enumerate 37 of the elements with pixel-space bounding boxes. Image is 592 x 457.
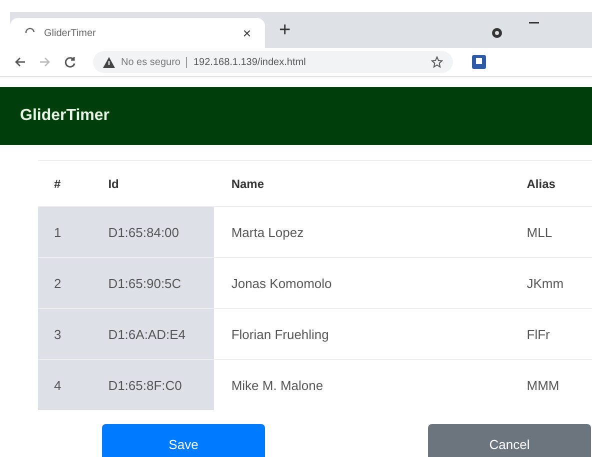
table-cell: D1:6A:AD:E4 [84, 309, 214, 359]
table-cell: D1:65:90:5C [84, 258, 214, 308]
close-tab-button[interactable]: × [242, 25, 251, 41]
table-cell-text: Mike M. Malone [230, 376, 324, 394]
save-button[interactable]: Save [102, 424, 265, 457]
table-cell: D1:65:8F:C0 [84, 360, 214, 410]
table-cell: 2 [38, 258, 84, 308]
browser-tab[interactable]: GliderTimer × [10, 18, 265, 48]
address-bar[interactable]: No es seguro 192.168.1.139/index.html [93, 51, 453, 73]
table-cell: 4 [38, 360, 84, 410]
column-header: Alias [526, 176, 556, 190]
table-cell: 3 [38, 309, 84, 359]
reload-icon[interactable] [64, 56, 76, 68]
cancel-button[interactable]: Cancel [428, 424, 591, 457]
back-icon[interactable] [14, 56, 26, 68]
column-header: Name [230, 176, 266, 190]
star-icon[interactable] [431, 56, 443, 68]
table-cell-text: MLL [526, 224, 554, 242]
column-header: Id [107, 176, 120, 190]
table-cell-text: MMM [526, 376, 560, 394]
url-text: 192.168.1.139/index.html [193, 56, 307, 68]
minimize-icon[interactable] [528, 22, 539, 24]
column-header: # [53, 176, 62, 190]
table-cell: D1:65:84:00 [84, 207, 214, 257]
new-tab-button[interactable]: + [279, 19, 291, 42]
table-cell: 1 [38, 207, 84, 257]
table-cell-text: FlFr [526, 326, 551, 344]
security-label: No es seguro [121, 56, 180, 68]
extension-icon[interactable] [472, 55, 486, 69]
table-cell-text: Florian Fruehling [230, 326, 330, 344]
table-cell-text: JKmm [526, 274, 565, 292]
warning-icon [103, 56, 115, 68]
app-title: GliderTimer [20, 107, 110, 125]
table-cell-text: Marta Lopez [230, 224, 305, 242]
table-cell-text: Jonas Komomolo [230, 274, 333, 292]
tab-title: GliderTimer [44, 28, 97, 38]
record-icon[interactable] [490, 27, 503, 39]
